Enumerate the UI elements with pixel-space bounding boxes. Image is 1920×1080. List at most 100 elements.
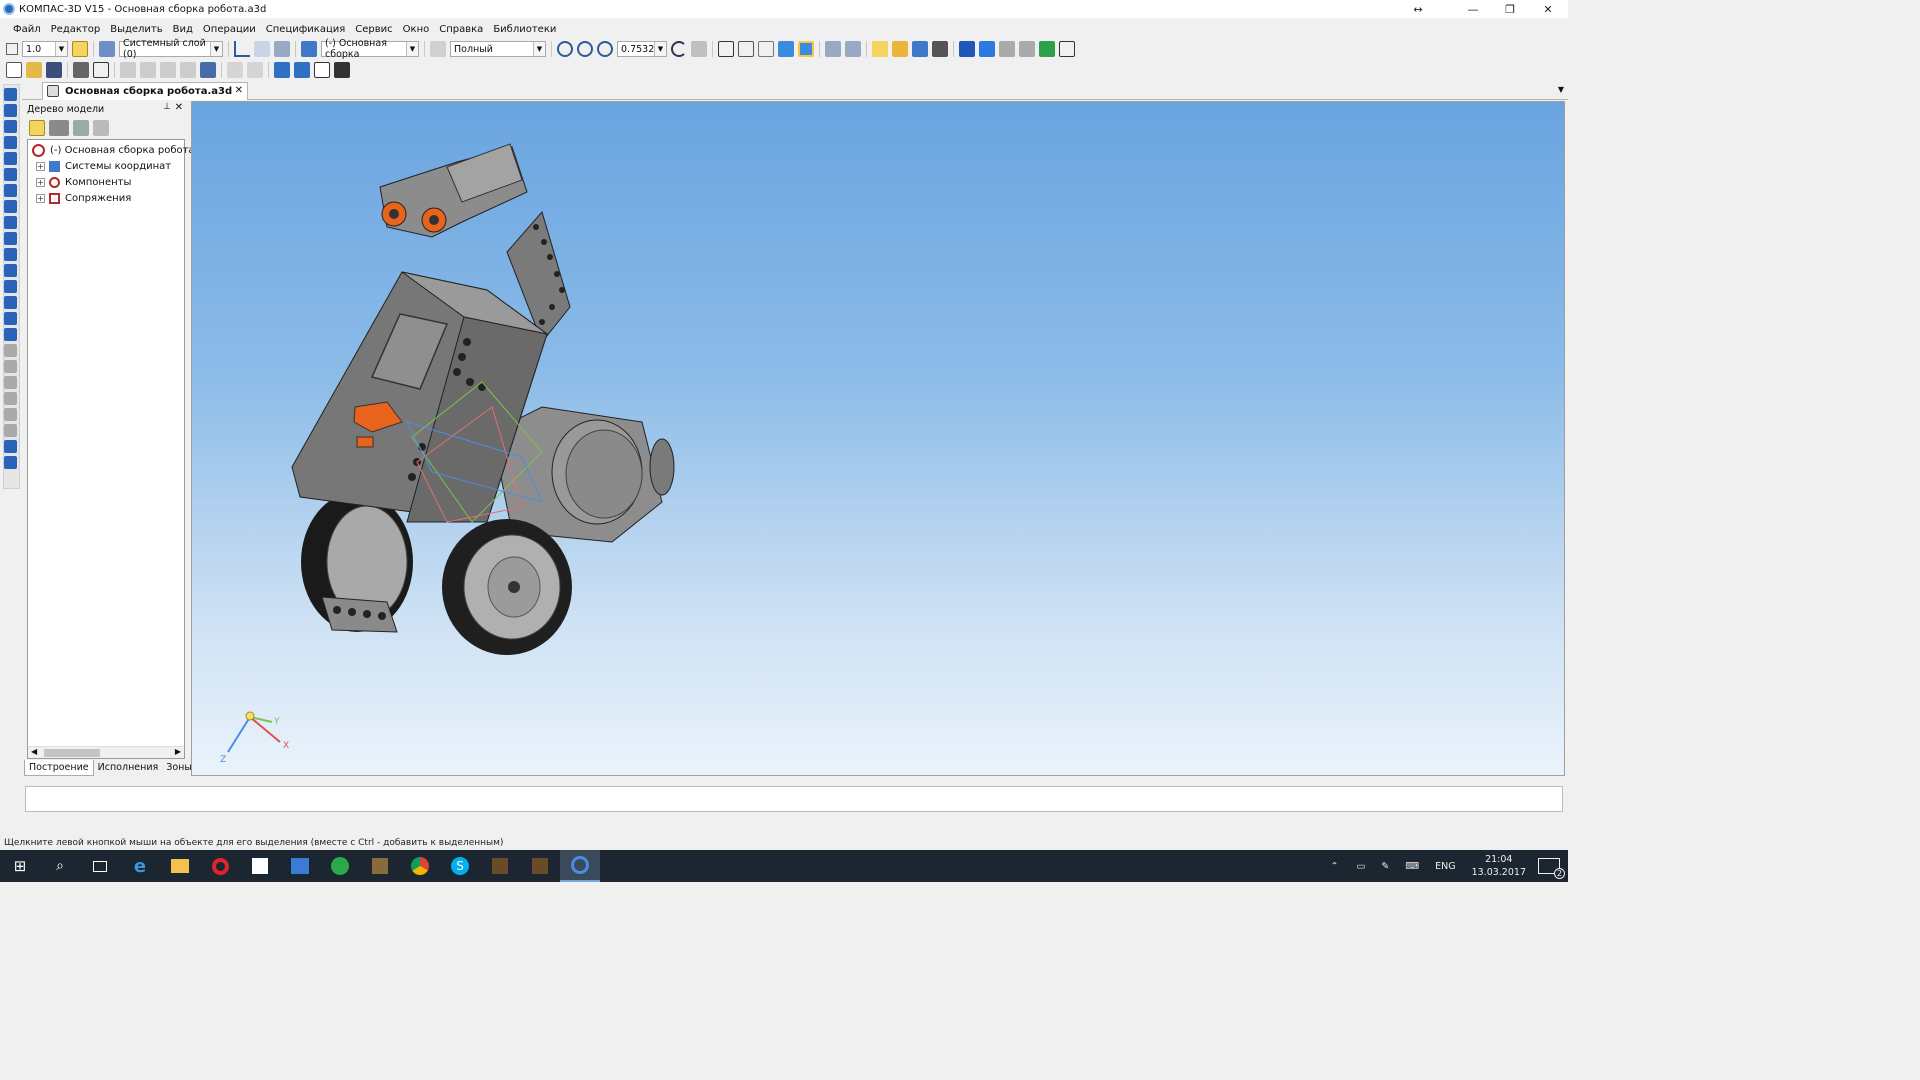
taskbar-media[interactable] bbox=[280, 850, 320, 882]
paste-icon[interactable] bbox=[160, 62, 176, 78]
step-combo[interactable]: 1.0 ▼ bbox=[22, 41, 68, 57]
undo-icon[interactable] bbox=[227, 62, 243, 78]
array-icon[interactable] bbox=[999, 41, 1015, 57]
halftone-icon[interactable] bbox=[778, 41, 794, 57]
menu-editor[interactable]: Редактор bbox=[51, 24, 101, 35]
surfaces-icon[interactable] bbox=[4, 120, 17, 133]
close-tab-icon[interactable]: ✕ bbox=[235, 85, 243, 96]
tree-item-components[interactable]: + Компоненты bbox=[36, 174, 131, 190]
reports-icon[interactable] bbox=[4, 280, 17, 293]
select-icon[interactable] bbox=[845, 41, 861, 57]
tree-filter-icon[interactable] bbox=[93, 120, 109, 136]
mirror-icon[interactable] bbox=[1019, 41, 1035, 57]
menu-libraries[interactable]: Библиотеки bbox=[493, 24, 556, 35]
mates-icon[interactable] bbox=[4, 168, 17, 181]
document-tab[interactable]: Основная сборка робота.a3d ✕ bbox=[42, 82, 248, 100]
taskbar-mail[interactable] bbox=[320, 850, 360, 882]
tray-overflow-icon[interactable]: ⌃ bbox=[1330, 861, 1338, 872]
menu-operations[interactable]: Операции bbox=[203, 24, 256, 35]
wireframe-icon[interactable] bbox=[718, 41, 734, 57]
auxiliary-geometry-icon[interactable] bbox=[4, 152, 17, 165]
thin-lines-icon[interactable] bbox=[758, 41, 774, 57]
pen-icon[interactable]: ✎ bbox=[1381, 861, 1389, 872]
menu-select[interactable]: Выделить bbox=[110, 24, 162, 35]
arrays-icon[interactable] bbox=[4, 136, 17, 149]
minimize-button[interactable]: — bbox=[1455, 0, 1491, 18]
notifications-icon[interactable]: 2 bbox=[1538, 858, 1565, 879]
robot-model[interactable]: X Y Z bbox=[192, 102, 1564, 775]
language-indicator[interactable]: ENG bbox=[1435, 861, 1455, 872]
zoom-fit-icon[interactable] bbox=[577, 41, 593, 57]
notations-icon[interactable] bbox=[4, 200, 17, 213]
menu-specification[interactable]: Спецификация bbox=[266, 24, 346, 35]
taskbar-minecraft[interactable] bbox=[480, 850, 520, 882]
redo-icon[interactable] bbox=[247, 62, 263, 78]
pin-icon[interactable]: ⊥ bbox=[163, 102, 171, 112]
libraries-icon[interactable] bbox=[294, 62, 310, 78]
menu-file[interactable]: Файл bbox=[13, 24, 41, 35]
diagnostics-icon[interactable] bbox=[4, 216, 17, 229]
cut-section-icon[interactable] bbox=[4, 312, 17, 325]
copy-geometry-icon[interactable] bbox=[4, 344, 17, 357]
clock[interactable]: 21:04 13.03.2017 bbox=[1472, 853, 1526, 879]
local-cs-icon[interactable] bbox=[72, 41, 88, 57]
horizontal-scrollbar[interactable]: ◀ ▶ bbox=[28, 746, 184, 758]
taskbar-explorer[interactable] bbox=[160, 850, 200, 882]
zoom-scale-icon[interactable] bbox=[597, 41, 613, 57]
tree-item-mates[interactable]: + Сопряжения bbox=[36, 190, 131, 206]
close-button[interactable]: ✕ bbox=[1530, 0, 1566, 18]
expand-icon[interactable]: + bbox=[36, 177, 45, 187]
help-icon[interactable] bbox=[334, 62, 350, 78]
spec-objects-icon[interactable] bbox=[4, 264, 17, 277]
snap-icon[interactable] bbox=[6, 43, 18, 55]
scroll-right-icon[interactable]: ▶ bbox=[175, 747, 181, 756]
edit-icon[interactable] bbox=[4, 392, 17, 405]
sheet-metal-icon[interactable] bbox=[4, 232, 17, 245]
grid-icon[interactable] bbox=[4, 456, 17, 469]
view-cube-icon[interactable] bbox=[979, 41, 995, 57]
tab-versions[interactable]: Исполнения bbox=[94, 760, 163, 776]
solid-icon[interactable] bbox=[4, 328, 17, 341]
points-icon[interactable] bbox=[4, 376, 17, 389]
taskbar-minecraft-2[interactable] bbox=[520, 850, 560, 882]
new-file-icon[interactable] bbox=[6, 62, 22, 78]
tree-props-icon[interactable] bbox=[73, 120, 89, 136]
selection-filter-icon[interactable] bbox=[825, 41, 841, 57]
edit-assembly-icon[interactable] bbox=[4, 88, 17, 101]
expand-icon[interactable]: + bbox=[36, 193, 45, 203]
assembly-icon[interactable] bbox=[301, 41, 317, 57]
close-panel-icon[interactable]: ✕ bbox=[175, 102, 183, 113]
component-icon[interactable] bbox=[872, 41, 888, 57]
zoom-window-icon[interactable] bbox=[557, 41, 573, 57]
spec-icon[interactable] bbox=[1039, 41, 1055, 57]
preview-icon[interactable] bbox=[93, 62, 109, 78]
tree-item-coordinate-systems[interactable]: + Системы координат bbox=[36, 158, 171, 174]
cut-icon[interactable] bbox=[120, 62, 136, 78]
print-icon[interactable] bbox=[73, 62, 89, 78]
text-style-icon[interactable] bbox=[1059, 41, 1075, 57]
network-icon[interactable]: ▭ bbox=[1356, 861, 1365, 872]
coordinate-icon[interactable] bbox=[234, 41, 250, 57]
resize-arrows-icon[interactable]: ↔ bbox=[1400, 0, 1436, 18]
display-mode-combo[interactable]: Полный ▼ bbox=[450, 41, 546, 57]
dimensions-icon[interactable] bbox=[4, 184, 17, 197]
save-icon[interactable] bbox=[46, 62, 62, 78]
keyboard-icon[interactable]: ⌨ bbox=[1405, 861, 1419, 872]
measure-icon[interactable] bbox=[912, 41, 928, 57]
tree-structure-icon[interactable] bbox=[29, 120, 45, 136]
taskbar-app-box[interactable] bbox=[360, 850, 400, 882]
format-painter-icon[interactable] bbox=[180, 62, 196, 78]
task-view-button[interactable] bbox=[80, 850, 120, 882]
menu-help[interactable]: Справка bbox=[439, 24, 483, 35]
tree-root[interactable]: (-) Основная сборка робота ( bbox=[32, 142, 202, 158]
layers-icon[interactable] bbox=[99, 41, 115, 57]
manipulator-icon[interactable] bbox=[4, 440, 17, 453]
rotate-icon[interactable] bbox=[671, 41, 687, 57]
properties-icon[interactable] bbox=[932, 41, 948, 57]
parts-icon[interactable] bbox=[4, 296, 17, 309]
orientation-icon[interactable] bbox=[691, 41, 707, 57]
scroll-thumb[interactable] bbox=[44, 749, 100, 757]
restore-button[interactable]: ❐ bbox=[1492, 0, 1528, 18]
taskbar-kompas[interactable] bbox=[560, 850, 600, 882]
start-button[interactable]: ⊞ bbox=[0, 850, 40, 882]
